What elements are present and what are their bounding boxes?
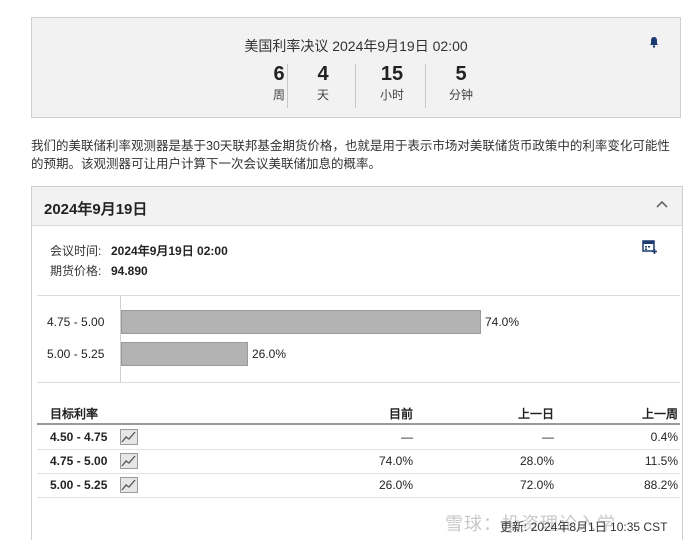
countdown-hours: 15 小时 [379, 63, 404, 102]
header-prev-week: 上一周 [641, 407, 678, 421]
bar-label: 5.00 - 5.25 [47, 347, 105, 361]
countdown-minutes: 5 分钟 [448, 63, 473, 102]
chevron-up-icon[interactable] [656, 200, 668, 208]
probability-bar [121, 310, 481, 334]
futures-price-value: 94.890 [111, 264, 148, 278]
updated-timestamp: 更新: 2024年8月1日 10:35 CST [500, 520, 668, 534]
divider [287, 64, 288, 108]
futures-price-label: 期货价格: [50, 264, 102, 278]
table-header: 目标利率 目前 上一日 上一周 [37, 401, 680, 425]
divider [355, 64, 356, 108]
trend-chart-icon[interactable] [120, 453, 138, 469]
row-prev-week: 0.4% [650, 430, 678, 444]
row-current: — [401, 430, 413, 444]
row-prev-week: 88.2% [643, 478, 678, 492]
table-row: 4.75 - 5.00 74.0% 28.0% 11.5% [37, 449, 680, 474]
row-prev-day: 28.0% [519, 454, 554, 468]
bar-value-label: 26.0% [252, 347, 287, 361]
meeting-time-label: 会议时间: [50, 244, 102, 258]
countdown-title: 美国利率决议 2024年9月19日 02:00 [244, 38, 468, 54]
bar-label: 4.75 - 5.00 [47, 315, 105, 329]
countdown-units: 6 周 4 天 15 小时 5 分钟 [251, 62, 473, 110]
probability-chart: 4.75 - 5.00 74.0% 5.00 - 5.25 26.0% [37, 295, 680, 383]
header-current: 目前 [388, 407, 413, 421]
trend-chart-icon[interactable] [120, 477, 138, 493]
description-text: 我们的美联储利率观测器是基于30天联邦基金期货价格，也就是用于表示市场对美联储货… [31, 139, 670, 171]
meeting-time-value: 2024年9月19日 02:00 [111, 244, 228, 258]
row-current: 26.0% [378, 478, 413, 492]
calendar-add-icon[interactable] [642, 239, 658, 255]
row-rate: 4.50 - 4.75 [50, 430, 108, 444]
bell-icon[interactable] [649, 36, 659, 48]
trend-chart-icon[interactable] [120, 429, 138, 445]
countdown-days: 4 天 [316, 63, 329, 102]
bar-value-label: 74.0% [485, 315, 520, 329]
panel-header[interactable]: 2024年9月19日 [32, 187, 682, 226]
chart-axis [120, 296, 121, 382]
panel-title: 2024年9月19日 [44, 201, 148, 218]
meeting-panel: 2024年9月19日 会议时间: 2024年9月19日 02:00 期货价格: 94… [31, 186, 683, 540]
header-prev-day: 上一日 [517, 407, 554, 421]
header-target-rate: 目标利率 [50, 407, 99, 421]
row-rate: 4.75 - 5.00 [50, 454, 108, 468]
row-rate: 5.00 - 5.25 [50, 478, 108, 492]
meeting-time-row: 会议时间: 2024年9月19日 02:00 [50, 242, 228, 259]
row-prev-day: — [542, 430, 554, 444]
divider [425, 64, 426, 108]
row-prev-week: 11.5% [644, 454, 678, 468]
table-row: 5.00 - 5.25 26.0% 72.0% 88.2% [37, 473, 680, 498]
table-row: 4.50 - 4.75 — — 0.4% [37, 425, 680, 450]
probability-bar [121, 342, 248, 366]
futures-price-row: 期货价格: 94.890 [50, 262, 148, 279]
row-current: 74.0% [378, 454, 413, 468]
countdown-box: 美国利率决议 2024年9月19日 02:00 6 周 4 天 15 小时 5 … [31, 17, 681, 118]
row-prev-day: 72.0% [519, 478, 554, 492]
